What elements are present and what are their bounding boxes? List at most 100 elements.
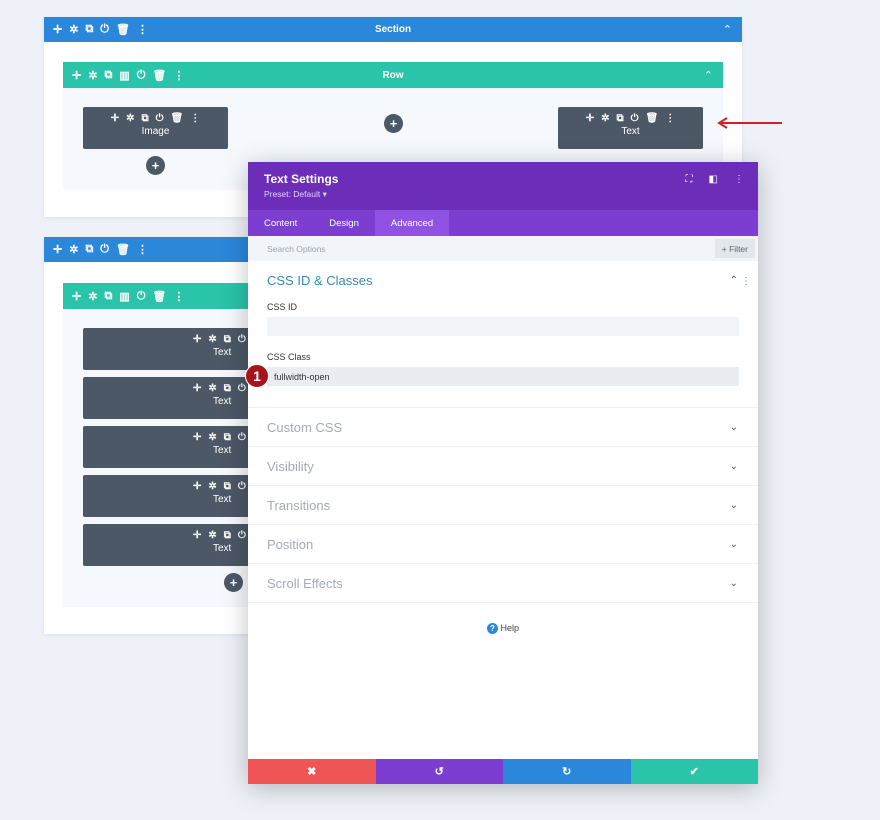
move-icon[interactable]: ✛: [586, 113, 594, 124]
preset-dropdown[interactable]: Preset: Default ▾: [264, 189, 742, 200]
gear-icon[interactable]: ✲: [126, 113, 134, 124]
move-icon[interactable]: ✛: [193, 432, 201, 443]
gear-icon[interactable]: ✲: [69, 243, 78, 256]
move-icon[interactable]: ✛: [193, 334, 201, 345]
trash-icon[interactable]: 🗑: [646, 113, 659, 124]
trash-icon[interactable]: 🗑: [171, 113, 184, 124]
modal-header[interactable]: Text Settings Preset: Default ▾ ⛶ ◧ ⋮: [248, 162, 758, 210]
save-button[interactable]: ✔: [630, 759, 758, 784]
move-icon[interactable]: ✛: [193, 481, 201, 492]
gear-icon[interactable]: ✲: [88, 290, 97, 303]
settings-group-toggle[interactable]: Visibility ⌄: [248, 446, 758, 485]
text-module[interactable]: ✛ ✲ ⧉ ⏻ 🗑 ⋮ Text: [558, 107, 703, 149]
tab-design[interactable]: Design: [313, 210, 375, 236]
gear-icon[interactable]: ✲: [69, 23, 78, 36]
duplicate-icon[interactable]: ⧉: [224, 383, 231, 394]
css-class-input[interactable]: fullwidth-open: [267, 367, 739, 386]
add-column-module-button[interactable]: +: [384, 114, 403, 133]
columns-icon[interactable]: ▥: [119, 290, 129, 303]
gear-icon[interactable]: ✲: [88, 69, 97, 82]
more-icon[interactable]: ⋮: [734, 174, 744, 185]
group-title[interactable]: CSS ID & Classes: [267, 273, 372, 288]
power-icon[interactable]: ⏻: [631, 113, 639, 124]
duplicate-icon[interactable]: ⧉: [104, 290, 112, 303]
move-icon[interactable]: ✛: [193, 383, 201, 394]
power-icon[interactable]: ⏻: [100, 243, 109, 256]
more-icon[interactable]: ⋮: [137, 243, 148, 256]
power-icon[interactable]: ⏻: [238, 530, 246, 541]
power-icon[interactable]: ⏻: [137, 69, 146, 82]
settings-group-toggle[interactable]: Scroll Effects ⌄: [248, 563, 758, 602]
text-module[interactable]: ✛ ✲ ⧉ ⏻ Text: [83, 377, 253, 419]
gear-icon[interactable]: ✲: [208, 432, 216, 443]
gear-icon[interactable]: ✲: [601, 113, 609, 124]
settings-group-toggle[interactable]: Position ⌄: [248, 524, 758, 563]
row-header[interactable]: ✛ ✲ ⧉ ▥ ⏻ 🗑 ⋮ Row ⌃: [63, 62, 723, 88]
duplicate-icon[interactable]: ⧉: [224, 481, 231, 492]
duplicate-icon[interactable]: ⧉: [224, 432, 231, 443]
duplicate-icon[interactable]: ⧉: [142, 113, 149, 124]
move-icon[interactable]: ✛: [72, 69, 81, 82]
tab-advanced[interactable]: Advanced: [374, 210, 450, 236]
redo-button[interactable]: ↻: [503, 759, 631, 784]
chevron-down-icon[interactable]: ⌄: [730, 422, 738, 433]
gear-icon[interactable]: ✲: [208, 334, 216, 345]
trash-icon[interactable]: 🗑: [116, 23, 130, 36]
gear-icon[interactable]: ✲: [208, 530, 216, 541]
more-icon[interactable]: ⋮: [665, 113, 675, 124]
fullscreen-icon[interactable]: ⛶: [686, 174, 693, 185]
text-module[interactable]: ✛ ✲ ⧉ ⏻ Text: [83, 475, 253, 517]
chevron-up-icon[interactable]: ⌃: [723, 23, 732, 36]
gear-icon[interactable]: ✲: [208, 481, 216, 492]
settings-group-toggle[interactable]: Custom CSS ⌄: [248, 407, 758, 446]
power-icon[interactable]: ⏻: [156, 113, 164, 124]
move-icon[interactable]: ✛: [53, 243, 62, 256]
more-icon[interactable]: ⋮: [173, 69, 184, 82]
chevron-down-icon[interactable]: ⌄: [730, 500, 738, 511]
power-icon[interactable]: ⏻: [238, 481, 246, 492]
chevron-up-icon[interactable]: ⌃: [704, 69, 713, 82]
more-icon[interactable]: ⋮: [137, 23, 148, 36]
gear-icon[interactable]: ✲: [208, 383, 216, 394]
move-icon[interactable]: ✛: [111, 113, 119, 124]
image-module[interactable]: ✛ ✲ ⧉ ⏻ 🗑 ⋮ Image: [83, 107, 228, 149]
power-icon[interactable]: ⏻: [100, 23, 109, 36]
chevron-down-icon[interactable]: ⌄: [730, 461, 738, 472]
duplicate-icon[interactable]: ⧉: [85, 23, 93, 36]
help-link[interactable]: ? Help: [248, 602, 758, 634]
more-icon[interactable]: ⋮: [741, 276, 751, 287]
split-view-icon[interactable]: ◧: [709, 174, 718, 185]
trash-icon[interactable]: 🗑: [116, 243, 130, 256]
power-icon[interactable]: ⏻: [238, 383, 246, 394]
duplicate-icon[interactable]: ⧉: [617, 113, 624, 124]
text-module[interactable]: ✛ ✲ ⧉ ⏻ Text: [83, 524, 253, 566]
trash-icon[interactable]: 🗑: [152, 69, 166, 82]
filter-button[interactable]: + Filter: [714, 239, 755, 258]
duplicate-icon[interactable]: ⧉: [224, 334, 231, 345]
css-id-input[interactable]: [267, 317, 739, 336]
chevron-down-icon[interactable]: ⌄: [730, 578, 738, 589]
move-icon[interactable]: ✛: [193, 530, 201, 541]
settings-group-toggle[interactable]: Transitions ⌄: [248, 485, 758, 524]
power-icon[interactable]: ⏻: [238, 432, 246, 443]
move-icon[interactable]: ✛: [53, 23, 62, 36]
more-icon[interactable]: ⋮: [173, 290, 184, 303]
cancel-button[interactable]: ✖: [248, 759, 376, 784]
add-module-button[interactable]: +: [224, 573, 243, 592]
duplicate-icon[interactable]: ⧉: [224, 530, 231, 541]
columns-icon[interactable]: ▥: [119, 69, 129, 82]
move-icon[interactable]: ✛: [72, 290, 81, 303]
chevron-up-icon[interactable]: ⌃: [730, 275, 738, 286]
more-icon[interactable]: ⋮: [190, 113, 200, 124]
search-options-input[interactable]: Search Options + Filter: [248, 236, 758, 261]
text-module[interactable]: ✛ ✲ ⧉ ⏻ Text: [83, 426, 253, 468]
undo-button[interactable]: ↺: [375, 759, 503, 784]
section-header[interactable]: ✛ ✲ ⧉ ⏻ 🗑 ⋮ Section ⌃: [44, 17, 742, 42]
text-module[interactable]: ✛ ✲ ⧉ ⏻ Text: [83, 328, 253, 370]
add-module-button[interactable]: +: [146, 156, 165, 175]
power-icon[interactable]: ⏻: [238, 334, 246, 345]
chevron-down-icon[interactable]: ⌄: [730, 539, 738, 550]
tab-content[interactable]: Content: [248, 210, 313, 236]
duplicate-icon[interactable]: ⧉: [104, 69, 112, 82]
duplicate-icon[interactable]: ⧉: [85, 243, 93, 256]
